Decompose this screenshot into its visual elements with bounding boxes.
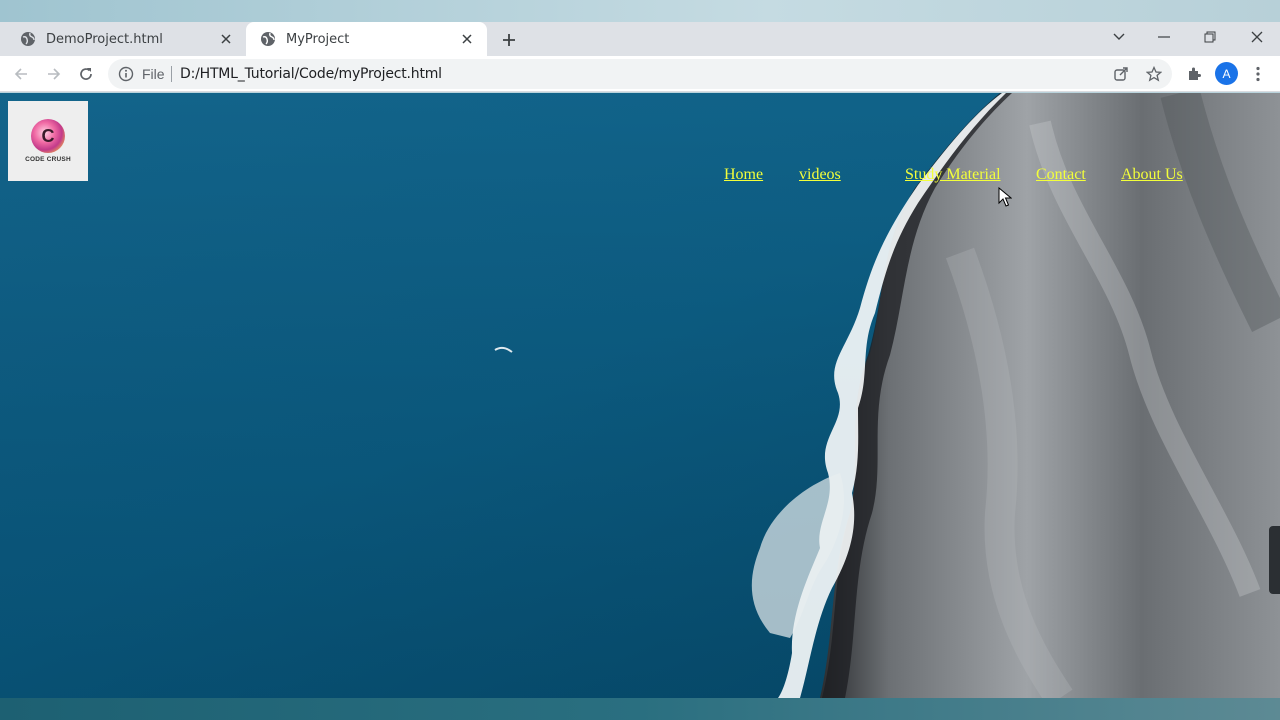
browser-toolbar: File D:/HTML_Tutorial/Code/myProject.htm…	[0, 56, 1280, 92]
forward-icon[interactable]	[42, 62, 66, 86]
scrollbar-handle[interactable]	[1269, 526, 1280, 594]
logo-text: CODE CRUSH	[25, 156, 71, 163]
desktop-strip	[0, 0, 1280, 22]
nav-link-home[interactable]: Home	[724, 166, 763, 184]
address-divider	[171, 66, 172, 82]
nav-link-videos[interactable]: videos	[799, 166, 841, 184]
tab-bar: DemoProject.html MyProject	[0, 22, 1280, 56]
profile-avatar[interactable]: A	[1215, 62, 1238, 85]
tab-search-icon[interactable]	[1097, 22, 1141, 52]
nav-link-about-us[interactable]: About Us	[1121, 166, 1183, 184]
back-icon[interactable]	[9, 62, 33, 86]
taskbar-strip	[0, 698, 1280, 720]
tab-title: DemoProject.html	[46, 31, 163, 47]
minimize-icon[interactable]	[1142, 22, 1186, 52]
menu-icon[interactable]	[1248, 64, 1268, 84]
close-icon[interactable]	[459, 31, 475, 47]
scheme-label: File	[142, 66, 165, 82]
new-tab-icon[interactable]	[498, 29, 520, 51]
tab-title: MyProject	[286, 31, 350, 47]
globe-icon	[261, 32, 275, 46]
info-icon[interactable]	[118, 66, 134, 82]
address-bar[interactable]: File D:/HTML_Tutorial/Code/myProject.htm…	[108, 59, 1172, 89]
reload-icon[interactable]	[74, 62, 98, 86]
bookmark-star-icon[interactable]	[1145, 65, 1163, 83]
tab-myproject[interactable]: MyProject	[246, 22, 487, 56]
restore-icon[interactable]	[1188, 22, 1232, 52]
globe-icon	[21, 32, 35, 46]
tab-demoproject[interactable]: DemoProject.html	[0, 22, 246, 56]
nav-link-study-material[interactable]: Study Material	[905, 166, 1001, 184]
url-text[interactable]: D:/HTML_Tutorial/Code/myProject.html	[180, 66, 442, 82]
nav-link-contact[interactable]: Contact	[1036, 166, 1086, 184]
extensions-icon[interactable]	[1184, 64, 1204, 84]
close-icon[interactable]	[218, 31, 234, 47]
share-icon[interactable]	[1112, 65, 1130, 83]
page-viewport: C CODE CRUSH Home videos Study Material …	[0, 93, 1280, 698]
logo-mark: C	[31, 119, 65, 153]
mouse-cursor-icon	[998, 187, 1012, 207]
window-close-icon[interactable]	[1235, 22, 1279, 52]
main-nav: Home videos Study Material Contact About…	[0, 166, 1280, 188]
